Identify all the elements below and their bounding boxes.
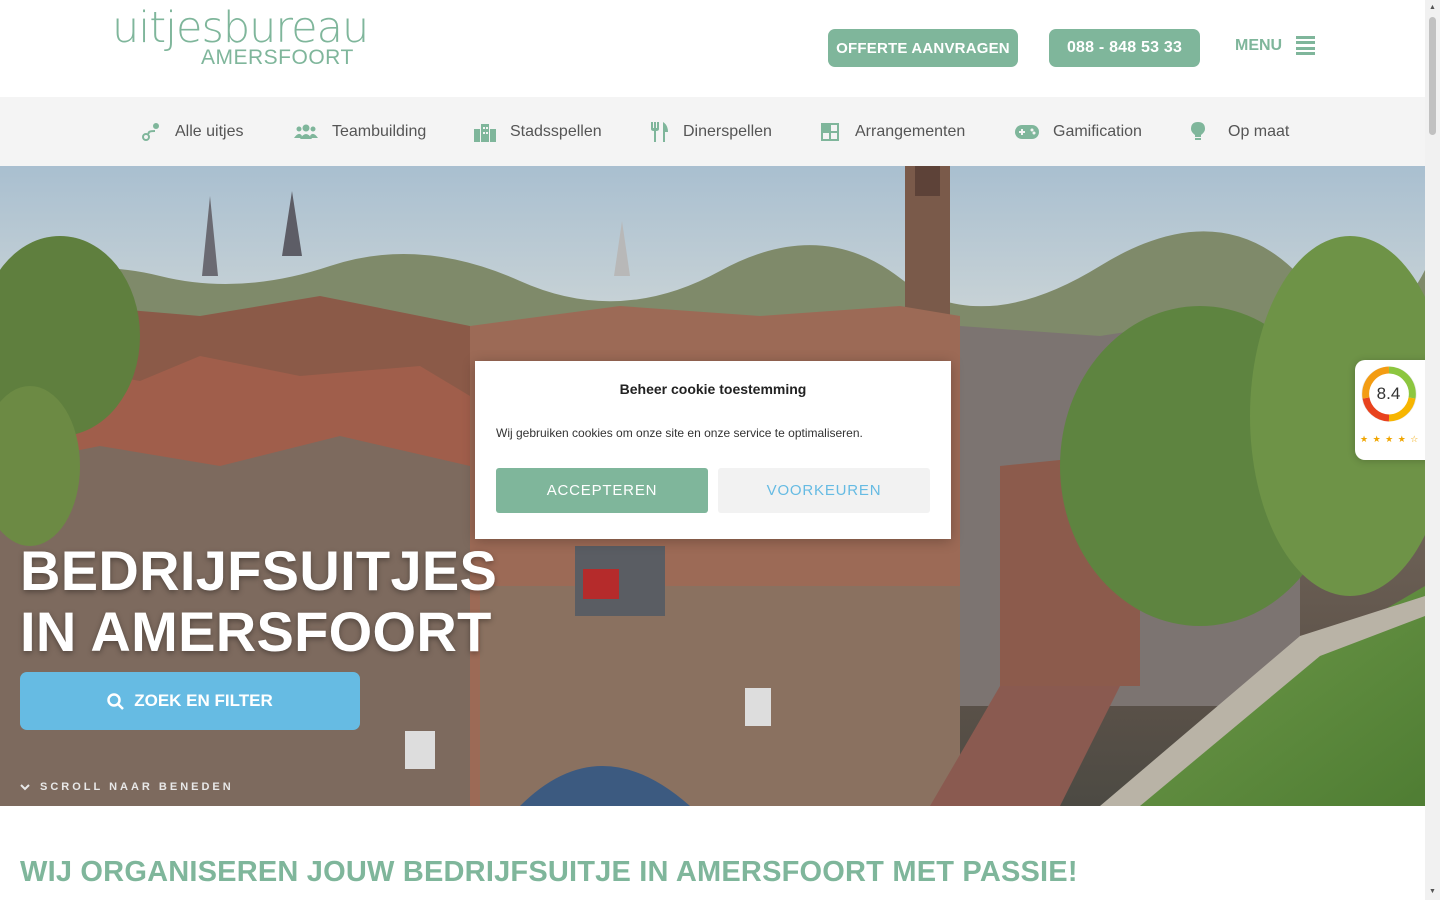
site-logo[interactable]: uitjesbureau AMERSFOORT [112,3,369,69]
chevron-down-icon [20,783,30,790]
phone-button[interactable]: 088 - 848 53 33 [1049,29,1200,67]
cookie-preferences-button[interactable]: VOORKEUREN [718,468,930,513]
cookie-text: Wij gebruiken cookies om onze site en on… [496,426,863,440]
logo-city: AMERSFOORT [201,46,354,69]
scroll-up-arrow[interactable]: ▲ [1428,3,1437,12]
route-icon [142,122,159,141]
scroll-thumb[interactable] [1429,17,1436,135]
nav-label: Stadsspellen [510,122,602,140]
nav-label: Dinerspellen [683,122,772,140]
scroll-down-arrow[interactable]: ▼ [1428,887,1437,896]
nav-label: Alle uitjes [175,122,244,140]
rating-stars: ★ ★ ★ ★ ☆ [1360,434,1420,444]
city-icon [474,123,496,142]
search-icon [107,692,125,710]
page-scrollbar[interactable]: ▲ ▼ [1425,0,1440,900]
nav-item-gamification[interactable]: Gamification [1015,97,1142,166]
nav-label: Gamification [1053,122,1142,140]
cookie-consent-dialog: Beheer cookie toestemming Wij gebruiken … [475,361,951,539]
hero-title: BEDRIJFSUITJES IN AMERSFOORT [20,540,497,662]
category-nav: Alle uitjes Teambuilding Stadsspellen Di… [0,97,1425,166]
grid-icon [821,122,839,141]
nav-item-alle-uitjes[interactable]: Alle uitjes [141,97,243,166]
search-filter-label: ZOEK EN FILTER [134,691,273,710]
intro-heading: WIJ ORGANISEREN JOUW BEDRIJFSUITJE IN AM… [20,856,1078,888]
hero-title-line1: BEDRIJFSUITJES [20,539,498,602]
accept-cookies-button[interactable]: ACCEPTEREN [496,468,708,513]
menu-toggle[interactable]: MENU [1235,36,1316,55]
search-filter-button[interactable]: ZOEK EN FILTER [20,672,360,730]
nav-item-op-maat[interactable]: Op maat [1188,97,1289,166]
nav-item-stadsspellen[interactable]: Stadsspellen [474,97,602,166]
logo-wordmark: uitjesbureau [112,3,369,53]
nav-item-arrangementen[interactable]: Arrangementen [821,97,965,166]
rating-widget[interactable]: 8.4 ★ ★ ★ ★ ☆ [1355,360,1425,460]
hero-title-line2: IN AMERSFOORT [20,600,492,663]
utensils-icon [651,121,668,142]
gamepad-icon [1015,124,1039,139]
users-icon [294,124,318,139]
cookie-title: Beheer cookie toestemming [619,381,807,397]
rating-score: 8.4 [1376,384,1401,403]
offerte-button[interactable]: OFFERTE AANVRAGEN [828,29,1018,67]
nav-label: Teambuilding [332,122,427,140]
hamburger-icon [1296,36,1316,55]
scroll-down-label: SCROLL NAAR BENEDEN [40,781,234,793]
nav-label: Arrangementen [855,122,966,140]
nav-item-teambuilding[interactable]: Teambuilding [294,97,426,166]
scroll-down-link[interactable]: SCROLL NAAR BENEDEN [20,781,234,793]
menu-label: MENU [1235,36,1283,54]
page: uitjesbureau AMERSFOORT OFFERTE AANVRAGE… [0,0,1425,900]
site-header: uitjesbureau AMERSFOORT OFFERTE AANVRAGE… [0,0,1425,97]
nav-item-dinerspellen[interactable]: Dinerspellen [650,97,772,166]
nav-label: Op maat [1228,122,1290,140]
lightbulb-icon [1191,121,1205,140]
